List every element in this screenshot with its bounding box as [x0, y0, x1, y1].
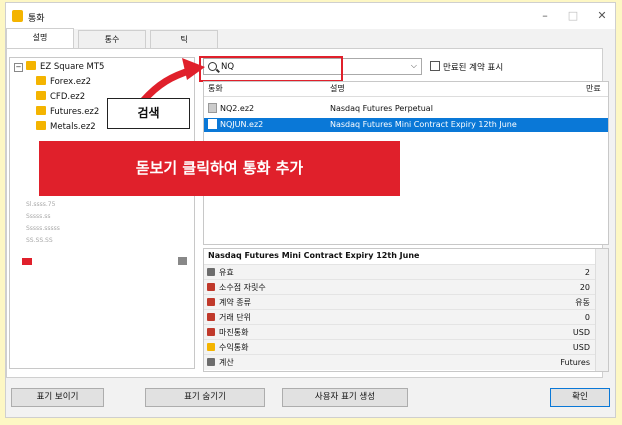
properties-panel: Nasdaq Futures Mini Contract Expiry 12th… [203, 248, 609, 372]
symbol-icon [208, 103, 217, 113]
property-icon [207, 358, 215, 366]
property-label: 수익통화 [219, 343, 249, 352]
property-icon [207, 298, 215, 306]
property-row: 소수점 자릿수 20 [204, 279, 596, 295]
tree-item-label: CFD.ez2 [50, 92, 86, 102]
create-custom-symbol-button[interactable]: 사용자 표기 생성 [282, 388, 408, 407]
property-icon [207, 283, 215, 291]
property-value: 2 [584, 268, 590, 277]
property-icon [207, 343, 215, 351]
tree-root[interactable]: − EZ Square MT5 [14, 60, 104, 74]
blurred-line: SS.SS.SS [26, 237, 53, 244]
property-row: 거래 단위 0 [204, 309, 596, 325]
property-label: 계산 [219, 358, 234, 367]
app-icon [12, 10, 23, 22]
property-label: 계약 종류 [219, 298, 251, 307]
property-label: 유효 [219, 268, 234, 277]
property-icon [207, 328, 215, 336]
grid-header: 통화 설명 만료 [204, 82, 608, 97]
tab-ticks[interactable]: 틱 [150, 30, 218, 48]
blurred-line: Sssss.sssss [26, 225, 60, 232]
maximize-button[interactable]: □ [563, 8, 583, 24]
tree-item-cfd[interactable]: CFD.ez2 [36, 90, 85, 104]
column-header-symbol[interactable]: 통화 [208, 82, 223, 96]
title-bar: 통화 – □ ✕ [6, 3, 615, 29]
chevron-down-icon[interactable]: ⌵ [411, 61, 417, 71]
properties-header: Nasdaq Futures Mini Contract Expiry 12th… [204, 249, 608, 263]
properties-scrollbar[interactable] [595, 249, 608, 371]
property-row: 수익통화 USD [204, 339, 596, 355]
folder-icon [36, 106, 46, 115]
window-title: 통화 [28, 14, 45, 24]
minimize-button[interactable]: – [535, 8, 555, 24]
property-value: 유동 [575, 298, 590, 307]
server-icon [178, 257, 187, 265]
description-cell: Nasdaq Futures Mini Contract Expiry 12th… [330, 120, 517, 129]
ok-button[interactable]: 확인 [550, 388, 610, 407]
property-value: Futures [560, 358, 590, 367]
property-label: 마진통화 [219, 328, 249, 337]
symbol-icon [208, 119, 217, 129]
collapse-icon[interactable]: − [14, 63, 23, 72]
show-symbol-button[interactable]: 표기 보이기 [11, 388, 104, 407]
table-row-selected[interactable]: NQJUN.ez2 Nasdaq Futures Mini Contract E… [204, 118, 608, 132]
property-row: 유효 2 [204, 264, 596, 280]
tree-item-label: Futures.ez2 [50, 107, 100, 117]
property-label: 거래 단위 [219, 313, 251, 322]
property-icon [207, 313, 215, 321]
folder-icon [36, 121, 46, 130]
folder-icon [36, 76, 46, 85]
description-cell: Nasdaq Futures Perpetual [330, 104, 433, 113]
hide-symbol-button[interactable]: 표기 숨기기 [145, 388, 265, 407]
property-icon [207, 268, 215, 276]
show-expired-checkbox[interactable] [430, 61, 440, 71]
tree-root-label: EZ Square MT5 [40, 62, 105, 72]
tree-item-label: Forex.ez2 [50, 77, 92, 87]
property-value: USD [572, 328, 590, 337]
tree-item-forex[interactable]: Forex.ez2 [36, 75, 91, 89]
property-value: 0 [584, 313, 590, 322]
column-header-expiry[interactable]: 만료 [586, 82, 601, 96]
close-button[interactable]: ✕ [592, 8, 612, 24]
property-row: 마진통화 USD [204, 324, 596, 340]
search-callout: 검색 [107, 98, 190, 129]
tab-description[interactable]: 설명 [6, 28, 74, 49]
folder-icon [26, 61, 36, 70]
property-value: 20 [579, 283, 590, 292]
column-header-description[interactable]: 설명 [330, 82, 345, 96]
symbol-cell: NQJUN.ez2 [220, 120, 264, 129]
property-row: 계약 종류 유동 [204, 294, 596, 310]
table-row[interactable]: NQ2.ez2 Nasdaq Futures Perpetual [204, 102, 608, 116]
search-highlight-box [199, 56, 343, 82]
blurred-line: Sl.ssss.75 [26, 201, 56, 208]
tab-specification[interactable]: 통수 [78, 30, 146, 48]
property-label: 소수점 자릿수 [219, 283, 266, 292]
folder-icon [36, 91, 46, 100]
show-expired-label: 만료된 계약 표시 [443, 63, 504, 73]
blurred-line: Sssss.ss [26, 213, 51, 220]
tree-item-metals[interactable]: Metals.ez2 [36, 120, 96, 134]
instruction-banner: 돋보기 클릭하여 통화 추가 [39, 141, 400, 196]
tree-item-futures[interactable]: Futures.ez2 [36, 105, 99, 119]
flag-icon [22, 258, 32, 265]
property-value: USD [572, 343, 590, 352]
tree-item-label: Metals.ez2 [50, 122, 96, 132]
property-row: 계산 Futures [204, 354, 596, 370]
symbol-cell: NQ2.ez2 [220, 104, 255, 113]
